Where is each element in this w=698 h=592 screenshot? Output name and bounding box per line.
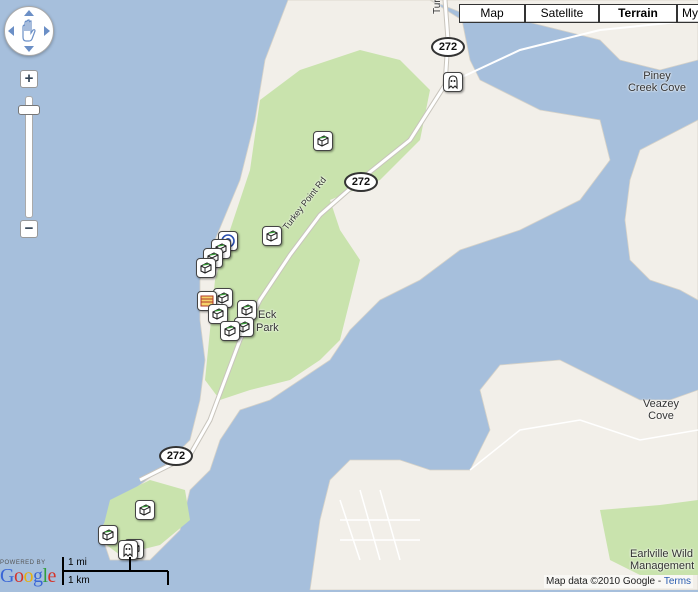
cache-icon: [102, 529, 114, 541]
route-272-shield: 272: [431, 37, 465, 57]
scale-miles-label: 1 mi: [68, 557, 87, 568]
label-park-b: Park: [256, 322, 279, 334]
pan-arrows-icon: [8, 10, 50, 52]
google-logo[interactable]: POWERED BY Google: [0, 560, 60, 590]
ghost-icon: [448, 75, 458, 90]
zoom-out-button[interactable]: −: [20, 220, 38, 238]
scale-bar: 1 mi 1 km: [62, 555, 172, 587]
google-wordmark: Google: [0, 565, 56, 587]
label-park-a: Eck: [258, 309, 277, 321]
map-marker[interactable]: [135, 500, 155, 520]
pan-control[interactable]: [4, 6, 54, 56]
zoom-in-button[interactable]: +: [20, 70, 38, 88]
map-marker[interactable]: [220, 321, 240, 341]
map-marker[interactable]: [262, 226, 282, 246]
map-type-terrain-button[interactable]: Terrain: [599, 4, 677, 23]
cache-icon: [200, 262, 212, 274]
cache-icon: [224, 325, 236, 337]
cache-icon: [212, 308, 224, 320]
map-type-map-button[interactable]: Map: [459, 4, 525, 23]
label-piney-creek-cove: Piney Creek Cove: [627, 70, 687, 94]
cache-icon: [266, 230, 278, 242]
cache-icon: [317, 135, 329, 147]
copyright-text: Map data ©2010 Google -: [546, 576, 664, 587]
scale-km-label: 1 km: [68, 575, 90, 586]
route-272-shield: 272: [344, 172, 378, 192]
zoom-slider-thumb[interactable]: [18, 105, 40, 115]
map-type-controls: Map Satellite Terrain MyT: [459, 4, 698, 23]
map-copyright: Map data ©2010 Google - Terms: [544, 575, 694, 588]
terrain-map[interactable]: [0, 0, 698, 590]
map-marker[interactable]: [98, 525, 118, 545]
map-type-mytopo-button[interactable]: MyT: [677, 4, 698, 23]
hand-icon: [22, 19, 36, 42]
label-earlville: Earlville Wild Management: [630, 548, 695, 572]
terms-link[interactable]: Terms: [664, 576, 691, 587]
map-marker[interactable]: [313, 131, 333, 151]
cache-icon: [241, 304, 253, 316]
map-type-satellite-button[interactable]: Satellite: [525, 4, 599, 23]
map-marker[interactable]: [196, 258, 216, 278]
map-marker[interactable]: [443, 72, 463, 92]
route-272-shield: 272: [159, 446, 193, 466]
label-road-fragment: Tur: [432, 0, 443, 14]
label-veazey-cove: Veazey Cove: [642, 398, 680, 422]
cache-icon: [139, 504, 151, 516]
